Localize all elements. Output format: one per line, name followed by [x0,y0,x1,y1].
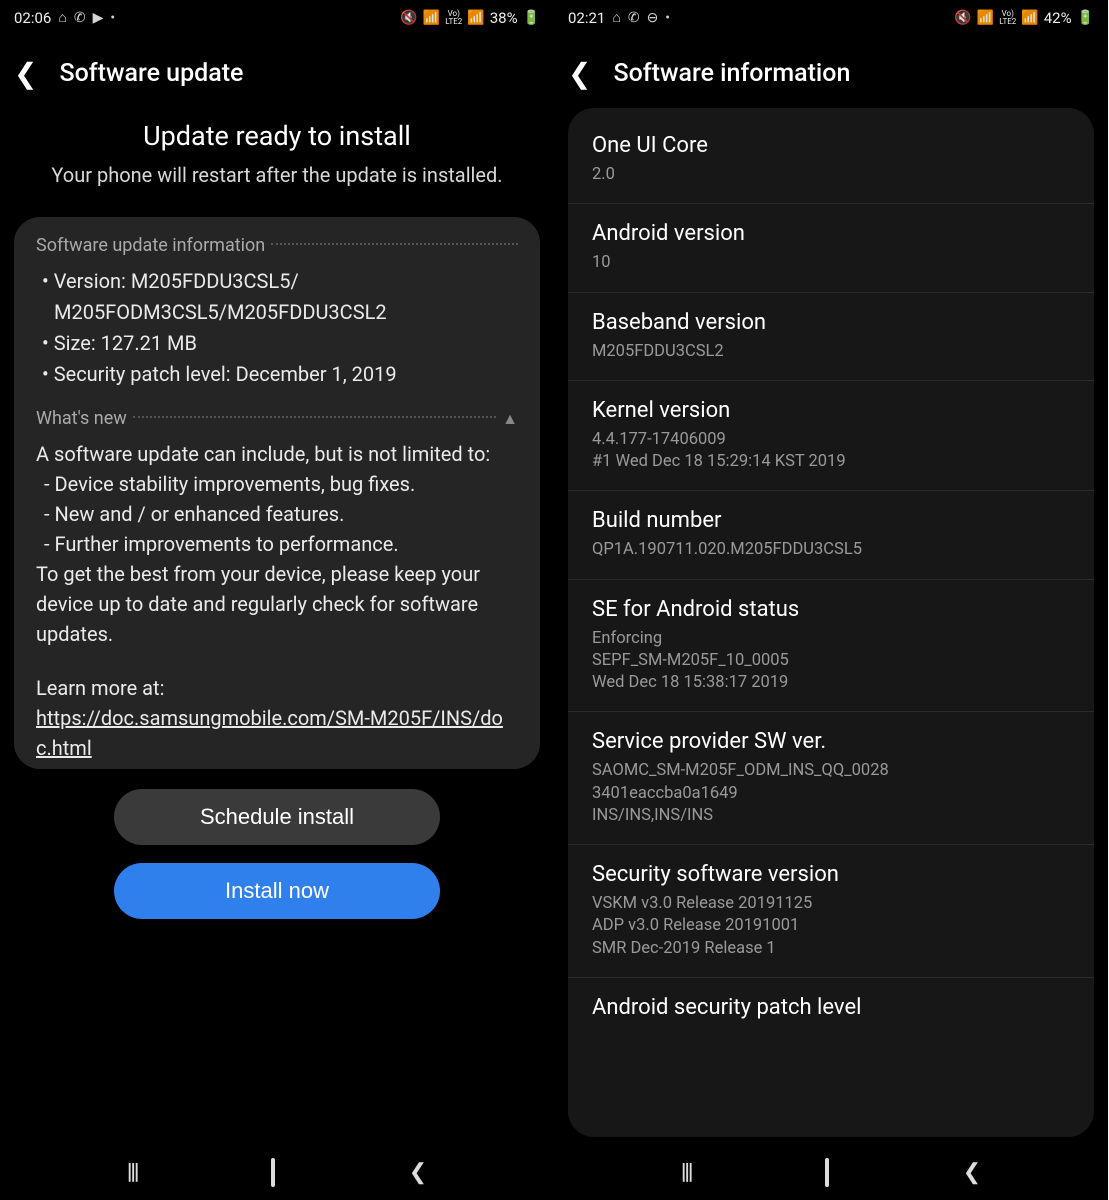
intro-subtitle: Your phone will restart after the update… [44,162,510,189]
bag-icon: ⌂ [58,9,66,26]
minus-circle-icon: ⊖ [647,10,659,26]
info-item-one-ui[interactable]: One UI Core 2.0 [568,116,1094,204]
phone-right: 02:21 ⌂ ✆ ⊖ • 🔇 📶 Vo)LTE2 📶 42% 🔋 ❮ Soft… [554,0,1108,1200]
learn-more-link[interactable]: https://doc.samsungmobile.com/SM-M205F/I… [36,706,503,760]
nav-bar: ||| ❮ [554,1144,1108,1200]
volte-icon: Vo)LTE2 [999,10,1016,24]
info-item-security-sw[interactable]: Security software version VSKM v3.0 Rele… [568,845,1094,978]
nav-back-icon[interactable]: ❮ [409,1160,427,1185]
page-header: ❮ Software information [554,35,1108,108]
whatsapp-icon: ✆ [74,10,86,26]
info-item-android-version[interactable]: Android version 10 [568,204,1094,292]
phone-left: 02:06 ⌂ ✆ ▶ • 🔇 📶 Vo)LTE2 📶 38% 🔋 ❮ Soft… [0,0,554,1200]
whats-new-body: A software update can include, but is no… [36,439,518,763]
section-update-info: Software update information [36,235,518,256]
volte-icon: Vo)LTE2 [445,10,462,24]
info-item-service-provider[interactable]: Service provider SW ver. SAOMC_SM-M205F_… [568,712,1094,845]
nav-recents-icon[interactable]: ||| [127,1160,138,1185]
signal-icon: 📶 [467,10,484,26]
info-item-baseband[interactable]: Baseband version M205FDDU3CSL2 [568,293,1094,381]
nav-back-icon[interactable]: ❮ [963,1160,981,1185]
page-header: ❮ Software update [0,35,554,108]
signal-icon: 📶 [1021,10,1038,26]
nav-home-icon[interactable] [825,1160,829,1185]
battery-text: 38% [490,9,518,27]
page-title: Software update [59,59,243,88]
info-item-kernel[interactable]: Kernel version 4.4.177-17406009 #1 Wed D… [568,381,1094,492]
battery-text: 42% [1044,9,1072,27]
intro-title: Update ready to install [44,120,510,152]
section-whats-new[interactable]: What's new ▲ [36,408,518,429]
update-info-list: • Version: M205FDDU3CSL5/ M205FODM3CSL5/… [36,266,518,390]
mute-icon: 🔇 [400,10,417,26]
nav-bar: ||| ❮ [0,1144,554,1200]
dot-icon: • [110,10,115,26]
wifi-icon: 📶 [977,10,994,26]
info-item-security-patch[interactable]: Android security patch level [568,978,1094,1043]
update-card: Software update information • Version: M… [14,217,540,769]
status-time: 02:21 [568,9,605,27]
status-bar: 02:21 ⌂ ✆ ⊖ • 🔇 📶 Vo)LTE2 📶 42% 🔋 [554,0,1108,35]
back-icon[interactable]: ❮ [14,60,37,88]
whatsapp-icon: ✆ [628,10,640,26]
status-time: 02:06 [14,9,51,27]
back-icon[interactable]: ❮ [568,60,591,88]
status-bar: 02:06 ⌂ ✆ ▶ • 🔇 📶 Vo)LTE2 📶 38% 🔋 [0,0,554,35]
battery-icon: 🔋 [523,10,540,26]
page-title: Software information [613,59,850,88]
play-icon: ▶ [93,10,104,26]
install-now-button[interactable]: Install now [114,863,440,919]
battery-icon: 🔋 [1077,10,1094,26]
chevron-up-icon[interactable]: ▲ [502,409,518,429]
info-item-se-android[interactable]: SE for Android status Enforcing SEPF_SM-… [568,580,1094,713]
bag-icon: ⌂ [612,9,620,26]
nav-home-icon[interactable] [271,1160,275,1185]
intro-block: Update ready to install Your phone will … [14,108,540,217]
wifi-icon: 📶 [423,10,440,26]
schedule-install-button[interactable]: Schedule install [114,789,440,845]
mute-icon: 🔇 [954,10,971,26]
info-item-build[interactable]: Build number QP1A.190711.020.M205FDDU3CS… [568,491,1094,579]
dot-icon: • [665,10,670,26]
software-info-list[interactable]: One UI Core 2.0 Android version 10 Baseb… [568,108,1094,1137]
nav-recents-icon[interactable]: ||| [681,1160,692,1185]
